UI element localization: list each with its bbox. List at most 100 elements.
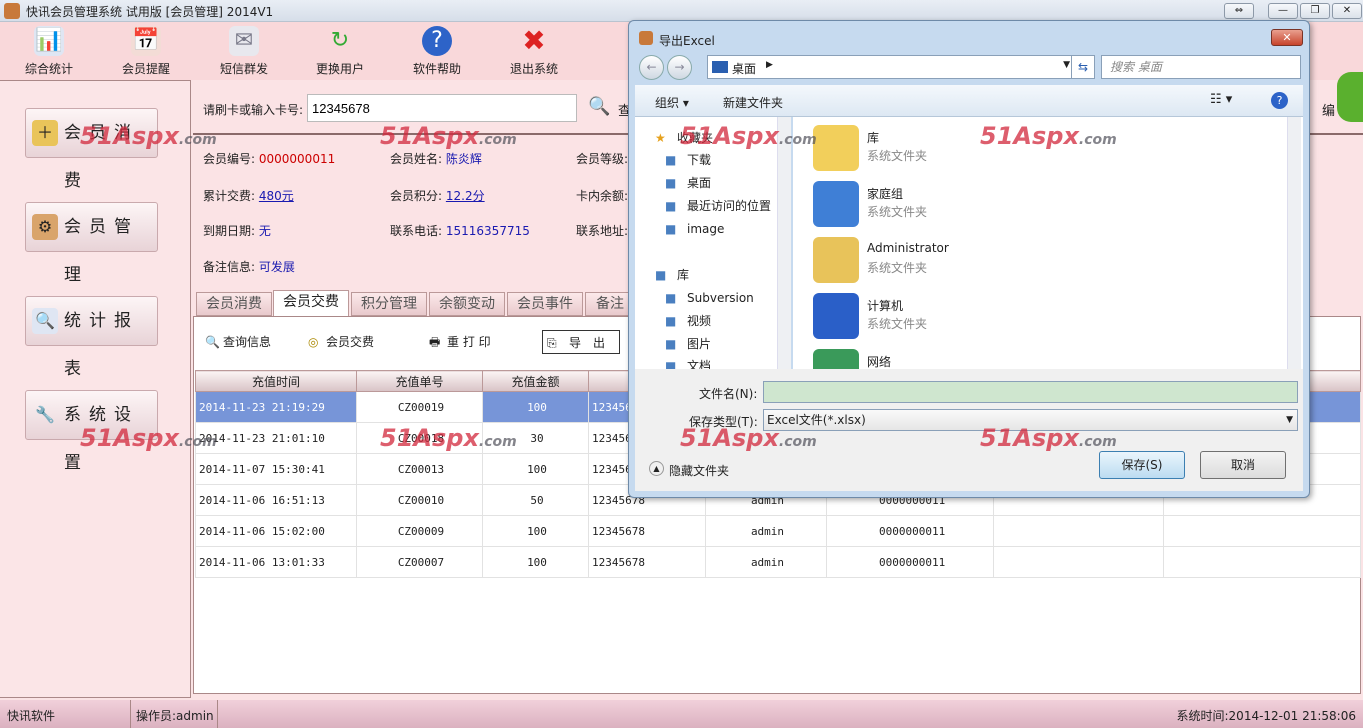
nav-label: 最近访问的位置 [687, 199, 772, 213]
watermark: 51Aspx.com [380, 122, 517, 150]
table-row[interactable]: 2014-11-06 13:01:33 CZ00007 100 12345678 adm… [195, 546, 1361, 578]
new-folder-button[interactable]: 新建文件夹 [723, 94, 783, 111]
nav-item[interactable]: ■ image [635, 218, 785, 240]
nav-item[interactable]: ■ 桌面 [635, 172, 785, 194]
chevron-down-icon: ▼ [1286, 415, 1293, 425]
table-cell: 12345678 [588, 515, 706, 547]
hide-folders-button[interactable]: 隐藏文件夹 [669, 462, 729, 479]
nav-item[interactable]: ■ 库 [635, 264, 785, 286]
balance-label: 卡内余额: [576, 189, 629, 203]
stats-icon: 📊 [34, 26, 64, 56]
toolbar-reminder-button[interactable]: 📅 会员提醒 [106, 26, 186, 77]
tools-icon: 🔧 [35, 405, 55, 424]
toolbar-help-button[interactable]: ? 软件帮助 [397, 26, 477, 77]
file-desc: 系统文件夹 [867, 149, 928, 163]
toolbar-stats-button[interactable]: 📊 综合统计 [9, 26, 89, 77]
address-bar[interactable]: 桌面 ▶ ▼ [707, 55, 1077, 79]
tab-consume[interactable]: 会员消费 [196, 292, 272, 316]
file-desc: 系统文件夹 [867, 317, 928, 331]
view-options-icon[interactable]: ☷ ▾ [1210, 92, 1232, 107]
organize-button[interactable]: 组织 ▾ [655, 94, 689, 111]
help-icon[interactable]: ? [1271, 92, 1288, 109]
nav-item[interactable]: ■ 图片 [635, 333, 785, 355]
edit-button[interactable]: 编 [1322, 100, 1335, 119]
sidebar-member-button[interactable]: ⚙ 会员管理 [25, 202, 158, 285]
export-excel-dialog: 导出Excel ✕ ← → 桌面 ▶ ▼ ⇆ 搜索 桌面 组织 ▾ 新建文件夹 … [628, 20, 1310, 498]
file-item[interactable]: Administrator 系统文件夹 [813, 233, 1113, 285]
export-button[interactable]: ⎘ 导 出 [542, 330, 620, 354]
col-header[interactable]: 充值单号 [356, 370, 483, 392]
filename-input[interactable] [763, 381, 1298, 403]
file-scrollbar[interactable] [1287, 117, 1301, 369]
file-item[interactable]: 家庭组 系统文件夹 [813, 177, 1113, 229]
nav-item[interactable]: ■ 视频 [635, 310, 785, 332]
navigation-pane: ★ 收藏夹 ■ 下载 ■ 桌面 ■ 最近访问的位置 ■ image ■ 库 ■ Subversion ■ 视频… [635, 117, 791, 373]
expire-label: 到期日期: [203, 224, 256, 238]
file-item[interactable]: 库系统文件夹 [813, 121, 1113, 173]
toolbar-label: 会员提醒 [121, 62, 170, 76]
maximize-button[interactable]: ❐ [1300, 3, 1330, 19]
table-cell: CZ00018 [356, 422, 483, 454]
table-cell: 2014-11-07 15:30:41 [195, 453, 357, 485]
table-cell: 100 [482, 453, 589, 485]
back-button[interactable]: ← [639, 55, 664, 80]
nav-label: 图片 [687, 337, 712, 351]
close-button[interactable]: ✕ [1332, 3, 1362, 19]
forward-button[interactable]: → [667, 55, 692, 80]
nav-item[interactable]: ■ 下载 [635, 149, 785, 171]
dialog-bottom: 文件名(N): 保存类型(T): Excel文件(*.xlsx) ▼ ▲ 隐藏文件… [635, 369, 1303, 491]
download-folder-icon: ■ [665, 153, 677, 167]
sidebar-settings-button[interactable]: 🔧 系统设置 [25, 390, 158, 473]
file-item[interactable]: 计算机 系统文件夹 [813, 289, 1113, 341]
member-id-label: 会员编号: [203, 152, 256, 166]
table-row[interactable]: 2014-11-06 15:02:00 CZ00009 100 12345678 adm… [195, 515, 1361, 547]
nav-item[interactable]: ■ Subversion [635, 287, 785, 309]
search-icon[interactable]: 🔍 [588, 96, 610, 117]
divider [217, 700, 218, 728]
toolbar-exit-button[interactable]: ✖ 退出系统 [494, 26, 574, 77]
table-cell: 2014-11-06 13:01:33 [195, 546, 357, 578]
pay-button[interactable]: ◎ 会员交费 [306, 330, 374, 354]
dialog-search-input[interactable]: 搜索 桌面 [1101, 55, 1301, 79]
table-cell: 50 [482, 484, 589, 516]
minimize-button[interactable]: — [1268, 3, 1298, 19]
toolbar-label: 更换用户 [315, 62, 364, 76]
tab-payment[interactable]: 会员交费 [273, 290, 349, 316]
toolbar-sms-button[interactable]: ✉ 短信群发 [204, 26, 284, 77]
address-text: 桌面 [732, 62, 757, 76]
dialog-close-button[interactable]: ✕ [1271, 29, 1303, 46]
table-cell: 2014-11-06 16:51:13 [195, 484, 357, 516]
exit-icon: ✖ [522, 24, 546, 57]
cancel-button[interactable]: 取消 [1200, 451, 1286, 479]
refresh-button[interactable]: ⇆ [1071, 55, 1095, 79]
col-header[interactable]: 充值时间 [195, 370, 357, 392]
table-cell: 12345678 [588, 546, 706, 578]
mascot-icon [1337, 72, 1363, 122]
restore-alt-button[interactable]: ⇔ [1224, 3, 1254, 19]
file-desc: 系统文件夹 [867, 261, 928, 275]
save-button[interactable]: 保存(S) [1099, 451, 1185, 479]
tab-balance[interactable]: 余额变动 [429, 292, 505, 316]
query-button[interactable]: 🔍 查询信息 [203, 330, 271, 354]
nav-label: 视频 [687, 314, 712, 328]
database-add-icon: ＋ [32, 120, 58, 146]
reprint-button[interactable]: 🖶 重 打 印 [427, 330, 491, 354]
tab-events[interactable]: 会员事件 [507, 292, 583, 316]
reprint-label: 重 打 印 [447, 335, 491, 349]
toolbar-switch-user-button[interactable]: ↻ 更换用户 [300, 26, 380, 77]
chevron-down-icon[interactable]: ▼ [1063, 60, 1070, 70]
card-number-input[interactable] [307, 94, 577, 122]
sidebar-consume-button[interactable]: ＋会员消费 [25, 108, 158, 191]
nav-item[interactable]: ■ 最近访问的位置 [635, 195, 785, 217]
total-link[interactable]: 480元 [259, 189, 294, 203]
sidebar-report-button[interactable]: 🔍 统计报表 [25, 296, 158, 379]
filetype-select[interactable]: Excel文件(*.xlsx) ▼ [763, 409, 1298, 431]
tab-points[interactable]: 积分管理 [351, 292, 427, 316]
nav-item[interactable]: ★ 收藏夹 [635, 127, 785, 149]
nav-scrollbar[interactable] [777, 117, 791, 369]
chevron-up-icon[interactable]: ▲ [649, 461, 664, 476]
points-link[interactable]: 12.2分 [446, 189, 485, 203]
col-header[interactable]: 充值金额 [482, 370, 589, 392]
sidebar-label: 系统设置 [64, 405, 139, 473]
table-cell: 2014-11-06 15:02:00 [195, 515, 357, 547]
